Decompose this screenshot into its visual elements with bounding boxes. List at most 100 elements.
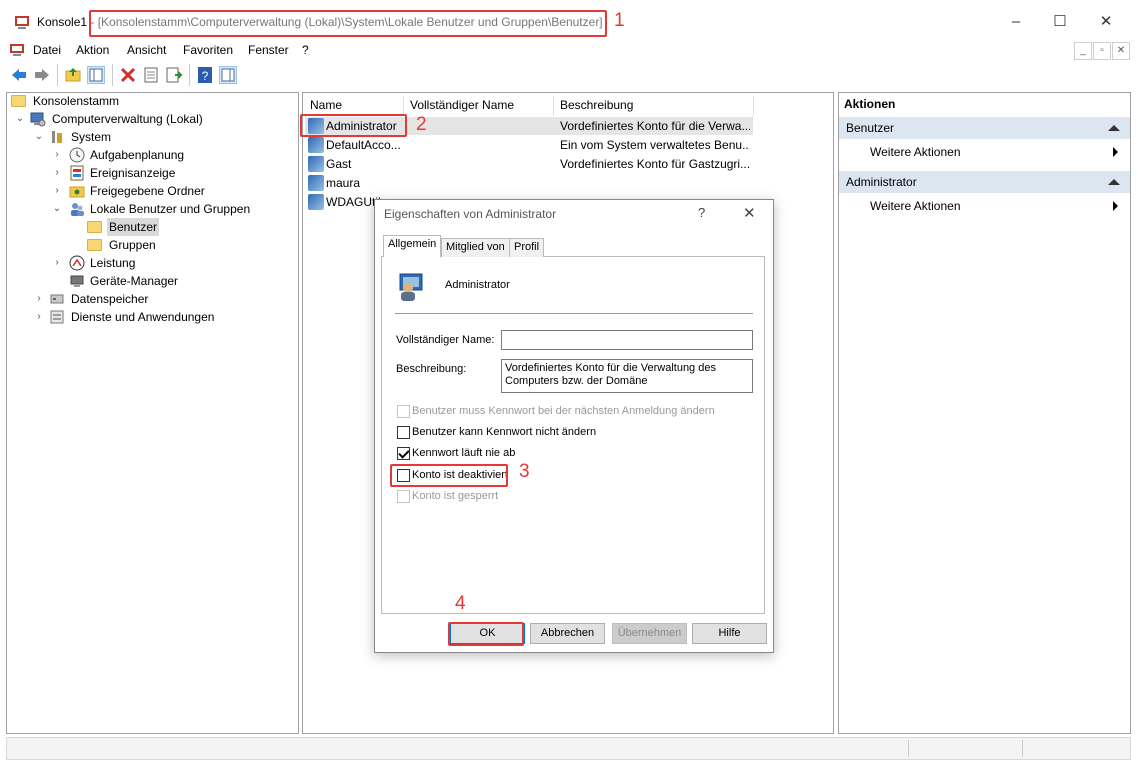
show-action-pane-icon[interactable] — [219, 66, 237, 84]
folder-icon — [11, 95, 26, 107]
checkbox-label: Konto ist gesperrt — [412, 490, 499, 502]
action-weitere-aktionen[interactable]: Weitere Aktionen — [870, 199, 961, 213]
console-app-icon — [14, 14, 30, 30]
annotation-step-4: 4 — [455, 593, 466, 614]
close-button[interactable]: ✕ — [1094, 12, 1118, 32]
collapse-icon[interactable] — [1108, 125, 1120, 131]
menu-help[interactable]: ? — [302, 43, 309, 57]
services-apps-icon — [49, 309, 65, 325]
apply-button[interactable]: Übernehmen — [612, 623, 687, 644]
actions-section-label: Benutzer — [846, 121, 895, 135]
users-groups-icon — [69, 201, 85, 217]
actions-section-administrator[interactable]: Administrator — [839, 171, 1130, 193]
submenu-arrow-icon — [1113, 147, 1118, 157]
expand-toggle-icon[interactable]: › — [51, 182, 63, 200]
dialog-help-button[interactable]: ? — [698, 205, 705, 220]
console-menu-icon[interactable] — [10, 44, 24, 56]
annotation-highlight-ok — [448, 622, 524, 646]
annotation-highlight-administrator — [300, 114, 407, 137]
expand-toggle-icon[interactable]: ⌄ — [14, 110, 26, 128]
annotation-highlight-account-disabled — [390, 464, 508, 487]
column-separator[interactable] — [553, 96, 554, 116]
expand-toggle-icon[interactable]: › — [51, 146, 63, 164]
column-separator[interactable] — [753, 96, 754, 116]
expand-toggle-icon[interactable]: › — [33, 290, 45, 308]
show-tree-icon[interactable] — [87, 66, 105, 84]
tree-item-label: Dienste und Anwendungen — [71, 310, 215, 324]
dialog-user-name: Administrator — [445, 279, 510, 291]
user-name: Gast — [326, 157, 352, 171]
annotation-step-3: 3 — [519, 461, 530, 482]
description-label: Beschreibung: — [396, 363, 467, 375]
help-icon[interactable]: ? — [196, 66, 214, 84]
column-header-full-name[interactable]: Vollständiger Name — [410, 96, 514, 116]
checkbox-label: Kennwort läuft nie ab — [412, 447, 516, 459]
tree-item-label: Ereignisanzeige — [90, 166, 176, 180]
actions-title: Aktionen — [844, 97, 896, 111]
user-account-icon — [396, 270, 428, 302]
properties-icon[interactable] — [142, 66, 160, 84]
help-button[interactable]: Hilfe — [692, 623, 767, 644]
user-icon — [308, 194, 324, 210]
delete-icon[interactable] — [119, 66, 137, 84]
mdi-minimize-button[interactable]: _ — [1074, 42, 1092, 60]
minimize-button[interactable]: – — [1004, 12, 1028, 32]
toolbar-separator — [112, 64, 113, 86]
annotation-step-1: 1 — [614, 10, 625, 31]
menu-aktion[interactable]: Aktion — [76, 43, 109, 57]
description-input[interactable]: Vordefiniertes Konto für die Verwaltung … — [501, 359, 753, 393]
back-icon[interactable] — [10, 66, 28, 84]
mdi-restore-button[interactable]: ▫ — [1093, 42, 1111, 60]
checkbox-cannot-change-password[interactable] — [397, 426, 410, 439]
performance-icon — [69, 255, 85, 271]
list-row-gast[interactable]: Gast Vordefiniertes Konto für Gastzugri.… — [305, 155, 753, 173]
column-header-description[interactable]: Beschreibung — [560, 96, 633, 116]
checkbox-account-locked[interactable] — [397, 490, 410, 503]
list-row-defaultaccount[interactable]: DefaultAcco... Ein vom System verwaltete… — [305, 136, 753, 154]
expand-toggle-icon[interactable]: ⌄ — [51, 200, 63, 218]
menu-ansicht[interactable]: Ansicht — [127, 43, 166, 57]
expand-toggle-icon[interactable]: › — [51, 254, 63, 272]
menu-fenster[interactable]: Fenster — [248, 43, 289, 57]
checkbox-password-never-expires[interactable] — [397, 447, 410, 460]
expand-toggle-icon[interactable]: › — [51, 164, 63, 182]
full-name-label: Vollständiger Name: — [396, 334, 495, 346]
mdi-close-button[interactable]: ✕ — [1112, 42, 1130, 60]
list-row-maura[interactable]: maura — [305, 174, 753, 192]
user-description: Ein vom System verwaltetes Benu... — [560, 138, 750, 152]
export-list-icon[interactable] — [165, 66, 183, 84]
collapse-icon[interactable] — [1108, 179, 1120, 185]
cancel-button[interactable]: Abbrechen — [530, 623, 605, 644]
expand-toggle-icon[interactable]: › — [33, 308, 45, 326]
dialog-separator — [395, 313, 753, 314]
column-separator[interactable] — [403, 96, 404, 116]
tree-item-label: Lokale Benutzer und Gruppen — [90, 202, 251, 216]
menu-datei[interactable]: Datei — [33, 43, 61, 57]
tab-mitglied-von[interactable]: Mitglied von — [441, 238, 510, 257]
annotation-highlight-path — [89, 10, 607, 37]
tab-profil[interactable]: Profil — [509, 238, 545, 257]
user-icon — [308, 175, 324, 191]
checkbox-must-change-password[interactable] — [397, 405, 410, 418]
user-name: maura — [326, 176, 361, 190]
action-weitere-aktionen[interactable]: Weitere Aktionen — [870, 145, 961, 159]
tree-item-label: Aufgabenplanung — [90, 148, 185, 162]
maximize-button[interactable]: ☐ — [1048, 12, 1072, 32]
tree-item-label: Geräte-Manager — [90, 274, 179, 288]
column-header-name[interactable]: Name — [310, 96, 342, 116]
expand-toggle-icon[interactable]: ⌄ — [33, 128, 45, 146]
user-description: Vordefiniertes Konto für Gastzugri... — [560, 157, 750, 171]
checkbox-label: Benutzer muss Kennwort bei der nächsten … — [412, 405, 715, 417]
user-icon — [308, 156, 324, 172]
menu-bar — [0, 40, 1138, 60]
full-name-input[interactable] — [501, 330, 753, 350]
tree-item-label: Benutzer — [107, 218, 160, 236]
tab-allgemein[interactable]: Allgemein — [383, 235, 442, 257]
menu-favoriten[interactable]: Favoriten — [183, 43, 233, 57]
forward-icon[interactable] — [33, 66, 51, 84]
tree-item-label: Leistung — [90, 256, 136, 270]
actions-section-benutzer[interactable]: Benutzer — [839, 117, 1130, 139]
tree-item-label: Datenspeicher — [71, 292, 149, 306]
dialog-close-button[interactable]: ✕ — [743, 204, 756, 222]
up-folder-icon[interactable] — [64, 66, 82, 84]
